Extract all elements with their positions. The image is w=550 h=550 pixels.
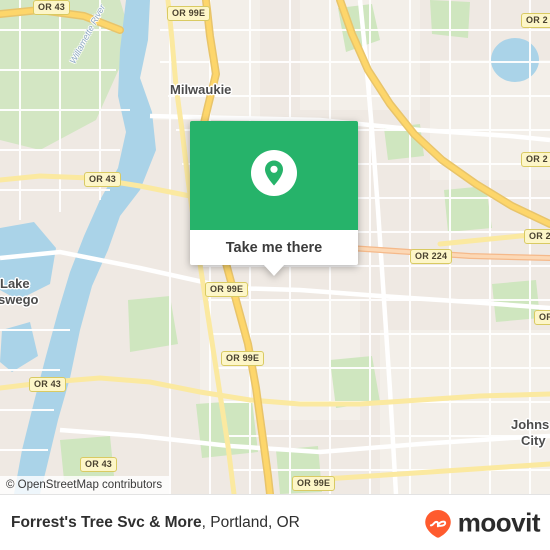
- place-location: , Portland, OR: [201, 514, 300, 531]
- place-title: Forrest's Tree Svc & More, Portland, OR: [11, 514, 300, 532]
- map-screenshot: Milwaukie Lake swego Johns City Willamet…: [0, 0, 550, 550]
- road-shield-or43: OR 43: [80, 457, 118, 472]
- road-shield-or224: OR 224: [410, 249, 453, 264]
- map-canvas[interactable]: Milwaukie Lake swego Johns City Willamet…: [0, 0, 550, 494]
- take-me-there-label: Take me there: [225, 239, 323, 256]
- road-shield-or99e: OR 99E: [167, 6, 211, 21]
- road-shield-or: OR: [534, 310, 550, 325]
- map-popup-card[interactable]: Take me there: [190, 121, 358, 276]
- take-me-there-button[interactable]: Take me there: [190, 230, 358, 265]
- brand-name: moovit: [457, 507, 541, 538]
- popup-header: [190, 121, 358, 230]
- road-shield-or2: OR 2: [524, 229, 550, 244]
- moovit-brand[interactable]: moovit: [423, 507, 541, 539]
- road-shield-or43: OR 43: [33, 0, 71, 15]
- moovit-logo-icon: [425, 509, 451, 538]
- popup-tail: [263, 264, 285, 276]
- place-label-lake-oswego-2: swego: [0, 292, 39, 307]
- place-label-milwaukie: Milwaukie: [170, 82, 232, 97]
- road-shield-or2: OR 2: [521, 152, 550, 167]
- osm-attribution[interactable]: © OpenStreetMap contributors: [0, 476, 170, 494]
- road-shield-or99e: OR 99E: [205, 282, 249, 297]
- road-shield-or43: OR 43: [84, 172, 122, 187]
- road-shield-or2: OR 2: [521, 13, 550, 28]
- place-label-johnson-city-2: City: [521, 433, 546, 448]
- road-shield-or99e: OR 99E: [221, 351, 265, 366]
- place-label-lake-oswego-1: Lake: [0, 276, 30, 291]
- footer-bar: Forrest's Tree Svc & More, Portland, OR …: [0, 494, 550, 550]
- map-pin-icon: [251, 150, 297, 196]
- place-label-johnson-city-1: Johns: [511, 417, 550, 432]
- road-shield-or99e: OR 99E: [292, 476, 336, 491]
- place-name: Forrest's Tree Svc & More: [11, 514, 202, 531]
- road-shield-or43: OR 43: [29, 377, 67, 392]
